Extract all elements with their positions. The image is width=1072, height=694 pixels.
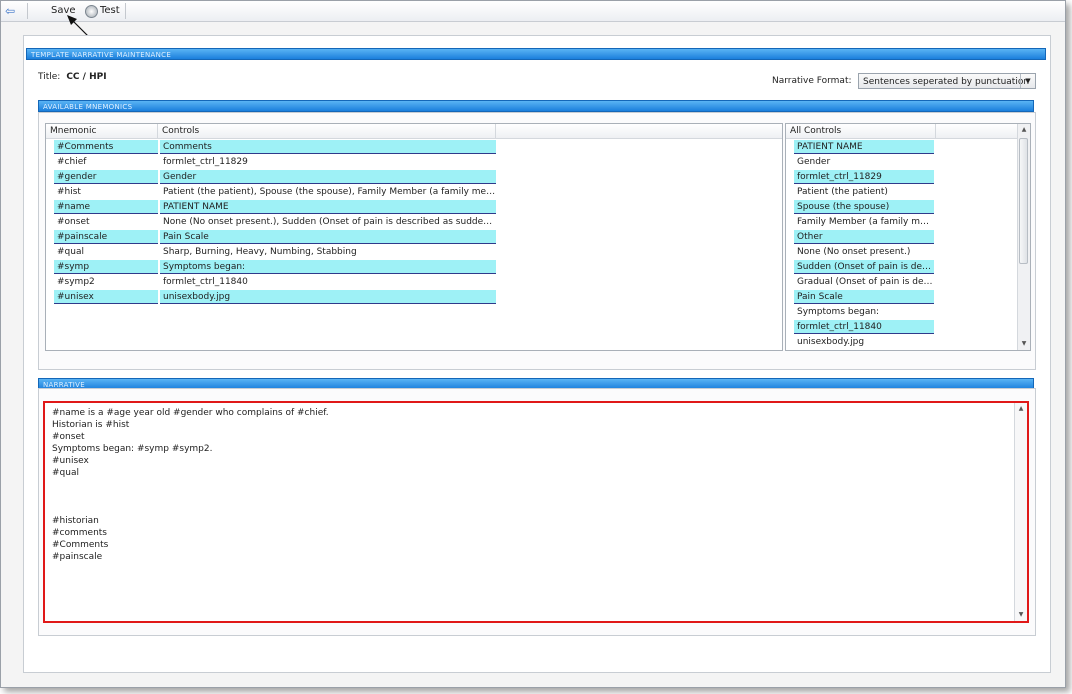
narrative-line: #unisex [52, 456, 89, 466]
mnemonics-panel: Mnemonic Controls #Comments Comments #chie… [38, 112, 1036, 370]
column-header-mnemonic[interactable]: Mnemonic [46, 124, 158, 138]
column-header-controls[interactable]: Controls [158, 124, 496, 138]
mnemonic-row[interactable]: #chief formlet_ctrl_11829 [46, 155, 496, 170]
controls-cell: Comments [160, 140, 496, 154]
chevron-down-icon[interactable]: ▼ [1020, 74, 1035, 88]
application-window: ⇦ Save Test TEMPLATE NARRATIVE MAINTENAN… [0, 0, 1066, 688]
controls-cell: formlet_ctrl_11829 [163, 157, 248, 167]
narrative-line: #Comments [52, 540, 109, 550]
all-controls-item[interactable]: Sudden (Onset of pain is des... [794, 260, 934, 274]
controls-cell: unisexbody.jpg [160, 290, 496, 304]
mnemonic-row[interactable]: #gender Gender [46, 170, 496, 185]
mnemonic-row[interactable]: #painscale Pain Scale [46, 230, 496, 245]
mnemonic-cell: #hist [57, 187, 81, 197]
all-controls-item[interactable]: formlet_ctrl_11829 [794, 170, 934, 184]
narrative-line: #name is a #age year old #gender who com… [52, 408, 329, 418]
narrative-scrollbar[interactable]: ▲ ▼ [1014, 403, 1027, 621]
mnemonics-grid[interactable]: Mnemonic Controls #Comments Comments #chie… [45, 123, 783, 351]
scroll-thumb[interactable] [1019, 138, 1028, 264]
title-value: CC / HPI [66, 72, 107, 82]
template-section-header: TEMPLATE NARRATIVE MAINTENANCE [26, 48, 1046, 60]
controls-cell: Pain Scale [160, 230, 496, 244]
all-controls-item[interactable]: None (No onset present.) [794, 245, 934, 259]
title-label: Title: [38, 72, 61, 82]
narrative-line: Symptoms began: #symp #symp2. [52, 444, 213, 454]
all-controls-item[interactable]: Patient (the patient) [794, 185, 934, 199]
narrative-line: #onset [52, 432, 85, 442]
mnemonic-cell: #unisex [54, 290, 158, 304]
mnemonic-row[interactable]: #Comments Comments [46, 140, 496, 155]
mnemonic-cell: #Comments [54, 140, 158, 154]
all-controls-item[interactable]: Gradual (Onset of pain is des... [794, 275, 934, 289]
mnemonic-cell: #gender [54, 170, 158, 184]
scroll-down-icon[interactable]: ▼ [1015, 609, 1027, 621]
all-controls-item[interactable]: formlet_ctrl_11840 [794, 320, 934, 334]
mnemonic-cell: #symp [54, 260, 158, 274]
back-arrow-icon[interactable]: ⇦ [5, 4, 19, 18]
scroll-up-icon[interactable]: ▲ [1015, 403, 1027, 415]
narrative-format-value: Sentences seperated by punctuation [863, 77, 1030, 87]
controls-cell: PATIENT NAME [160, 200, 496, 214]
narrative-format-label: Narrative Format: [772, 76, 852, 86]
all-controls-scrollbar[interactable]: ▲ ▼ [1017, 124, 1030, 350]
all-controls-item[interactable]: Pain Scale [794, 290, 934, 304]
mnemonics-section-header: AVAILABLE MNEMONICS [38, 100, 1034, 112]
mnemonic-cell: #painscale [54, 230, 158, 244]
controls-cell: Gender [160, 170, 496, 184]
narrative-line: #comments [52, 528, 107, 538]
mnemonic-cell: #onset [57, 217, 90, 227]
mnemonic-cell: #chief [57, 157, 87, 167]
all-controls-item[interactable]: Gender [794, 155, 934, 169]
template-narrative-panel: TEMPLATE NARRATIVE MAINTENANCE Title: CC … [23, 35, 1051, 673]
mnemonic-row[interactable]: #onset None (No onset present.), Sudden (… [46, 215, 496, 230]
toolbar: ⇦ Save Test [1, 1, 1065, 22]
narrative-line: Historian is #hist [52, 420, 130, 430]
controls-cell: formlet_ctrl_11840 [163, 277, 248, 287]
mnemonics-grid-header: Mnemonic Controls [46, 124, 782, 139]
all-controls-item[interactable]: Other [794, 230, 934, 244]
narrative-panel: #name is a #age year old #gender who com… [38, 388, 1036, 636]
title-row: Title: CC / HPI [38, 72, 107, 82]
all-controls-grid[interactable]: All Controls PATIENT NAME Gender formlet_c… [785, 123, 1031, 351]
narrative-line: #historian [52, 516, 99, 526]
all-controls-item[interactable]: unisexbody.jpg [794, 335, 934, 349]
all-controls-item[interactable]: Spouse (the spouse) [794, 200, 934, 214]
all-controls-header: All Controls [786, 124, 1030, 139]
narrative-line: #painscale [52, 552, 103, 562]
narrative-line: #qual [52, 468, 79, 478]
mnemonic-row[interactable]: #unisex unisexbody.jpg [46, 290, 496, 305]
controls-cell: Patient (the patient), Spouse (the spous… [163, 187, 496, 197]
controls-cell: Sharp, Burning, Heavy, Numbing, Stabbing [163, 247, 357, 257]
all-controls-item[interactable]: Family Member (a family me... [794, 215, 934, 229]
scroll-up-icon[interactable]: ▲ [1018, 124, 1030, 136]
mnemonic-cell: #qual [57, 247, 84, 257]
mnemonic-row[interactable]: #symp2 formlet_ctrl_11840 [46, 275, 496, 290]
mnemonic-row[interactable]: #qual Sharp, Burning, Heavy, Numbing, Sta… [46, 245, 496, 260]
mnemonic-row[interactable]: #symp Symptoms began: [46, 260, 496, 275]
narrative-format-select[interactable]: Sentences seperated by punctuation ▼ [858, 73, 1036, 89]
mnemonic-row[interactable]: #hist Patient (the patient), Spouse (the … [46, 185, 496, 200]
all-controls-item[interactable]: PATIENT NAME [794, 140, 934, 154]
scroll-down-icon[interactable]: ▼ [1018, 338, 1030, 350]
mnemonic-row[interactable]: #name PATIENT NAME [46, 200, 496, 215]
narrative-textarea[interactable]: #name is a #age year old #gender who com… [43, 401, 1029, 623]
controls-cell: Symptoms began: [160, 260, 496, 274]
column-header-all-controls[interactable]: All Controls [786, 124, 936, 138]
controls-cell: None (No onset present.), Sudden (Onset … [163, 217, 496, 227]
mnemonic-cell: #symp2 [57, 277, 95, 287]
all-controls-item[interactable]: Symptoms began: [794, 305, 934, 319]
mnemonic-cell: #name [54, 200, 158, 214]
toolbar-separator [27, 3, 28, 19]
